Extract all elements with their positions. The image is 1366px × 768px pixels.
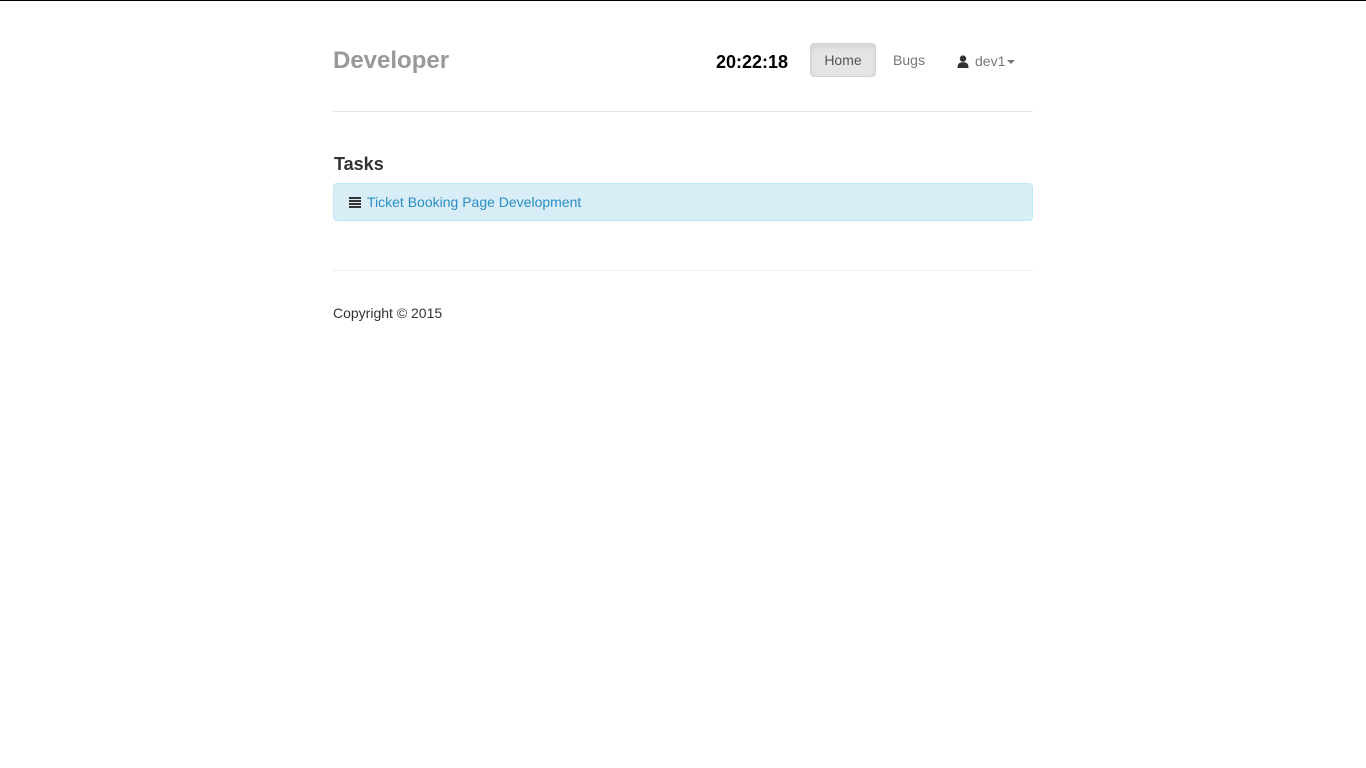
task-list-item: Ticket Booking Page Development [333,183,1033,221]
nav-home-button[interactable]: Home [810,43,876,77]
tasks-heading: Tasks [334,154,384,174]
brand-title: Developer [333,47,450,74]
user-menu-dropdown[interactable]: dev1 [949,45,1023,77]
footer-divider [333,270,1033,271]
footer-copyright: Copyright © 2015 [333,305,443,321]
task-link[interactable]: Ticket Booking Page Development [367,194,581,210]
caret-down-icon [1007,60,1016,64]
header: Developer 20:22:18 Home Bugs dev1 [333,0,1033,112]
list-icon [349,196,361,208]
user-menu-label: dev1 [975,53,1006,69]
page-container: Developer 20:22:18 Home Bugs dev1 Tasks [333,0,1033,321]
user-icon [957,54,969,68]
clock: 20:22:18 [716,52,789,72]
nav-bugs-link[interactable]: Bugs [881,44,937,76]
